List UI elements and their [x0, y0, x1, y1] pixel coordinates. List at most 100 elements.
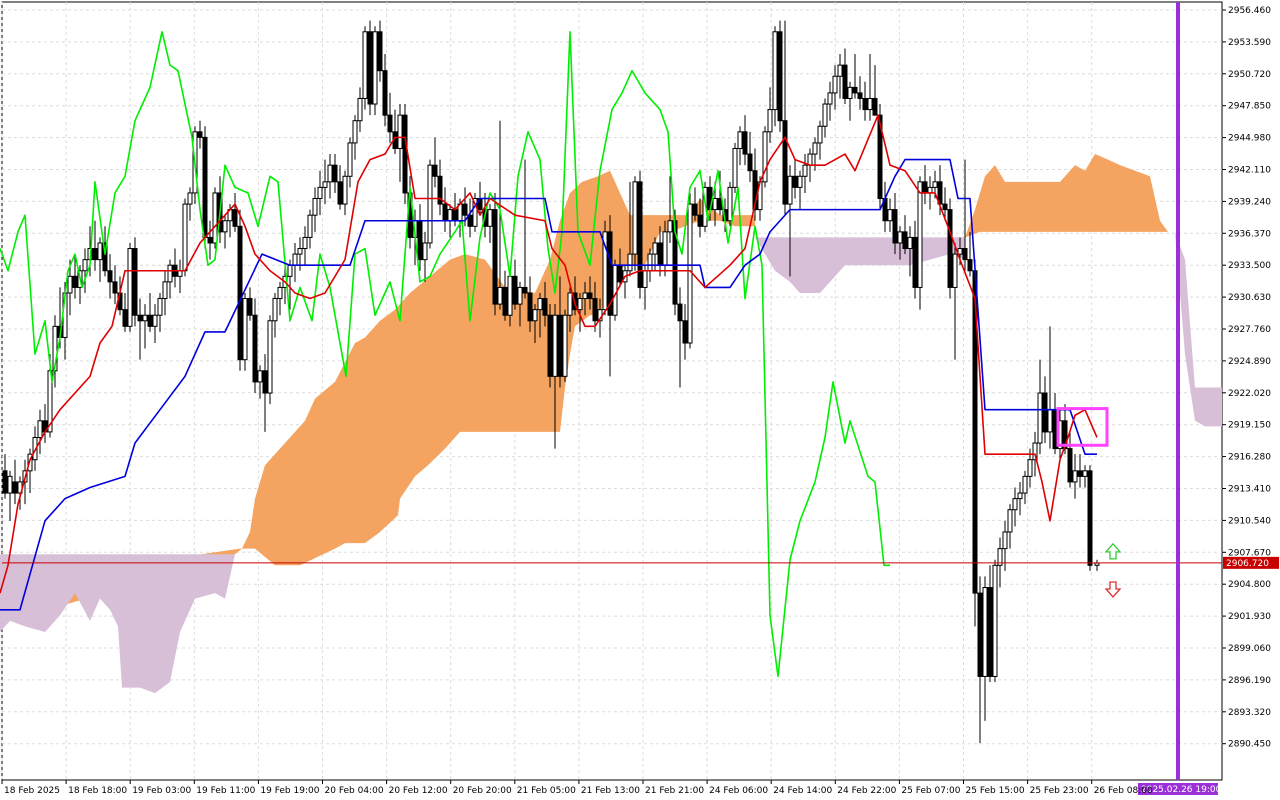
candle-body — [712, 198, 718, 211]
candle-body — [662, 231, 668, 266]
candle-body — [222, 220, 228, 233]
candle-body — [867, 97, 873, 111]
candle — [472, 192, 478, 232]
candle-body — [152, 314, 158, 327]
candle-body — [142, 314, 148, 322]
candle-body — [812, 142, 818, 155]
y-tick-label: 2939.240 — [1228, 197, 1271, 207]
candle — [547, 304, 553, 388]
candle-body — [817, 125, 823, 144]
candle-body — [872, 97, 878, 116]
x-tick-label: 25 Feb 07:00 — [901, 786, 960, 796]
candle-body — [2, 470, 8, 494]
y-tick-label: 2924.890 — [1228, 357, 1271, 367]
candle-body — [212, 192, 218, 244]
candle-body — [1082, 470, 1088, 477]
candle-body — [422, 242, 428, 261]
candle-body — [332, 164, 338, 183]
candle-body — [1072, 470, 1078, 483]
candle-body — [242, 298, 248, 361]
candle-body — [417, 220, 423, 261]
candle-body — [527, 292, 533, 322]
candle-body — [897, 231, 903, 244]
candle-body — [237, 225, 243, 361]
plot-frame — [1, 1, 1223, 781]
candle-body — [917, 181, 923, 288]
candle-body — [487, 209, 493, 227]
candle-body — [767, 109, 773, 133]
y-tick-label: 2950.720 — [1228, 70, 1271, 80]
current-price-label: 2906.720 — [1226, 559, 1269, 569]
candle-body — [1047, 409, 1053, 433]
candle-body — [617, 264, 623, 283]
candle-body — [262, 370, 268, 394]
candle-body — [297, 248, 303, 255]
x-tick-label: 18 Feb 18:00 — [68, 786, 127, 796]
candle-body — [127, 248, 133, 327]
candle — [637, 170, 643, 299]
candle-body — [1037, 392, 1043, 444]
y-tick-label: 2893.320 — [1228, 708, 1271, 718]
candle-body — [372, 31, 378, 105]
x-tick-label: 24 Feb 06:00 — [709, 786, 768, 796]
candle — [372, 26, 378, 116]
y-tick-label: 2942.110 — [1228, 166, 1271, 176]
candle-body — [1067, 448, 1073, 483]
candle-body — [402, 114, 408, 194]
x-tick-label: 24 Feb 22:00 — [837, 786, 896, 796]
x-tick-label: 25 Feb 15:00 — [966, 786, 1025, 796]
candle-body — [902, 231, 908, 250]
candle — [777, 20, 783, 132]
candle — [427, 159, 433, 249]
y-tick-label: 2907.670 — [1228, 548, 1271, 558]
candle-body — [167, 264, 173, 283]
y-tick-label: 2936.370 — [1228, 229, 1271, 239]
y-tick-label: 2956.460 — [1228, 6, 1271, 16]
candle-body — [382, 70, 388, 116]
candle-body — [272, 298, 278, 322]
candle-body — [737, 131, 743, 149]
candle-body — [507, 275, 513, 316]
candle — [267, 315, 273, 405]
candle-body — [967, 259, 973, 272]
candle-body — [37, 420, 43, 438]
candle-body — [907, 236, 913, 250]
candle-body — [957, 248, 963, 255]
x-tick-label: 19 Feb 11:00 — [196, 786, 255, 796]
candle-body — [927, 186, 933, 194]
candle-body — [322, 181, 328, 188]
candle-body — [802, 164, 808, 177]
candle-body — [627, 253, 633, 272]
candle-body — [337, 181, 343, 205]
candle — [947, 198, 953, 299]
candle — [562, 309, 568, 382]
candle-body — [747, 153, 753, 172]
x-tick-label: 26 Feb 08:00 — [1094, 786, 1153, 796]
candle-body — [1027, 459, 1033, 477]
y-tick-label: 2904.800 — [1228, 580, 1271, 590]
x-tick-label: 20 Feb 20:00 — [453, 786, 512, 796]
candle-body — [387, 114, 393, 133]
candle — [237, 209, 243, 371]
candle-body — [267, 320, 273, 394]
candle — [182, 198, 188, 277]
candle-body — [362, 31, 368, 99]
price-chart[interactable]: 2906.720 2025.02.26 19:00 2956.460 2953.59… — [0, 0, 1280, 800]
candle-body — [207, 236, 213, 244]
candle-body — [842, 64, 848, 99]
candle-body — [552, 314, 558, 377]
candle-body — [327, 164, 333, 183]
candle-body — [862, 97, 868, 111]
candle-body — [522, 286, 528, 294]
y-tick-label: 2947.850 — [1228, 102, 1271, 112]
y-tick-label: 2901.930 — [1228, 612, 1271, 622]
candle-body — [992, 564, 998, 677]
candle-body — [772, 31, 778, 111]
candle-body — [122, 309, 128, 327]
candle-body — [447, 209, 453, 222]
candle — [602, 220, 608, 316]
candle-body — [1007, 509, 1013, 533]
candle-body — [367, 31, 373, 105]
candle-body — [1042, 392, 1048, 433]
x-tick-label: 18 Feb 2025 — [4, 786, 60, 796]
